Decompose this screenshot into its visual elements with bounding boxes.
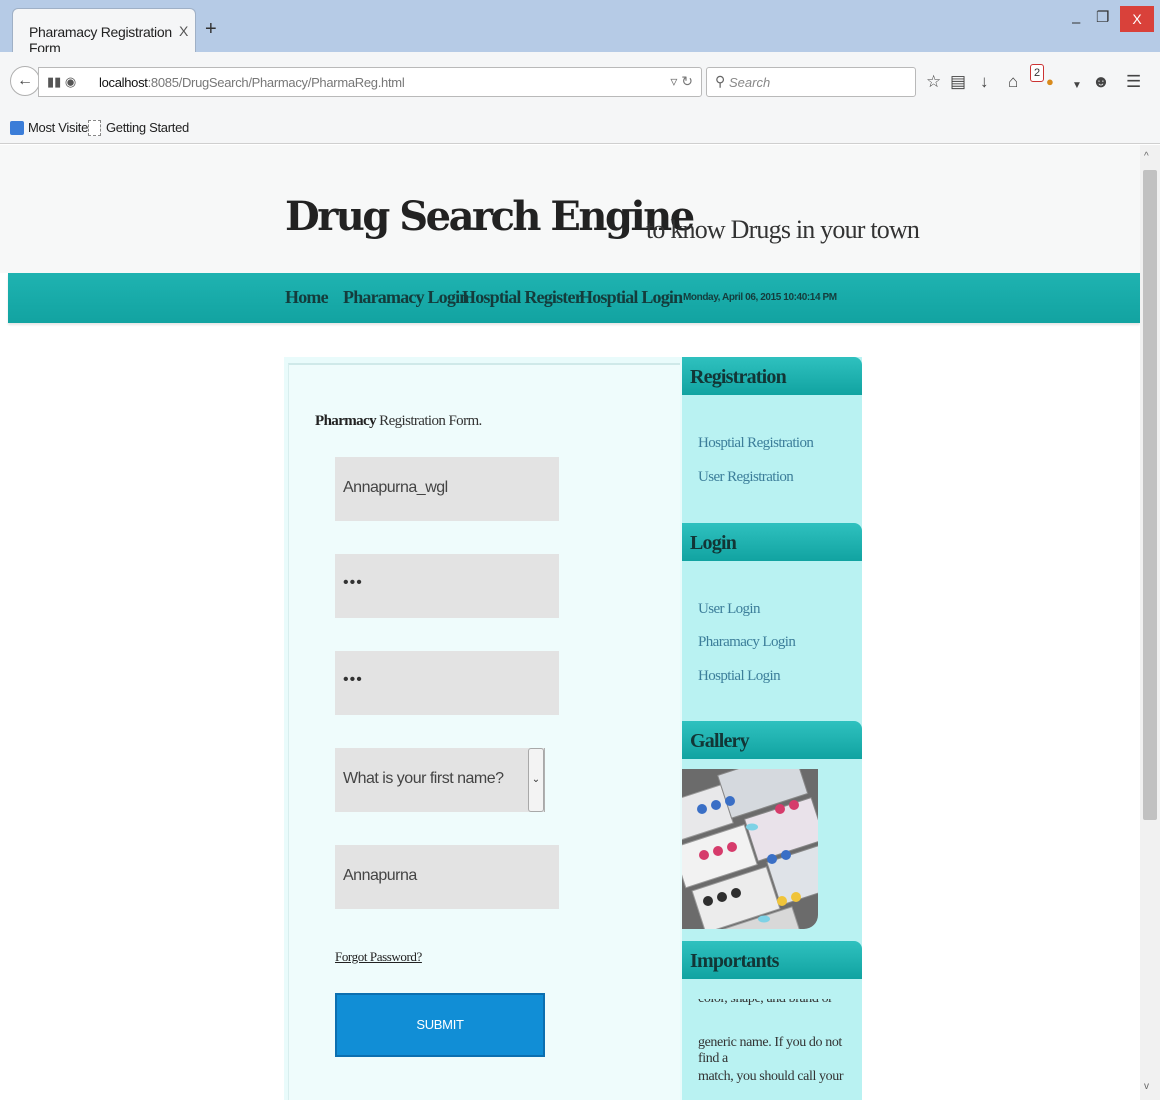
importants-line-3: match, you should call your — [698, 1069, 844, 1084]
site-header: Drug Search Engine to know Drugs in your… — [0, 145, 1140, 273]
download-icon[interactable]: ↓ — [980, 72, 989, 92]
sidebar-heading-registration: Registration — [682, 357, 862, 395]
confirm-password-value: ••• — [343, 671, 363, 688]
url-host: localhost — [99, 75, 148, 90]
link-hospital-login[interactable]: Hosptial Login — [698, 668, 781, 685]
menu-hospital-register[interactable]: Hosptial Register — [462, 287, 583, 308]
addon-icon[interactable]: ● — [1046, 72, 1054, 92]
answer-value: Annapurna — [343, 867, 417, 884]
sidebar-heading-importants: Importants — [682, 941, 862, 979]
new-tab-button[interactable]: + — [205, 19, 217, 39]
page-icon — [88, 120, 101, 136]
registration-heading: Registration — [690, 366, 787, 388]
dropdown-arrow-icon[interactable]: ▼ — [1072, 76, 1082, 96]
scroll-down-icon[interactable]: v — [1144, 1081, 1149, 1092]
link-hospital-registration[interactable]: Hosptial Registration — [698, 435, 814, 452]
back-icon[interactable]: ← — [10, 66, 40, 96]
chat-icon[interactable]: ☻ — [1092, 72, 1110, 92]
search-bar[interactable]: ⚲ Search — [706, 67, 916, 97]
scroll-thumb[interactable] — [1143, 170, 1157, 820]
gallery-image[interactable] — [682, 769, 818, 929]
reload-icon[interactable]: ▿ ↻ — [670, 73, 693, 90]
chevron-down-icon[interactable]: ⌄ — [528, 748, 544, 812]
confirm-password-field[interactable]: ••• — [335, 651, 559, 715]
menu-hospital-login[interactable]: Hosptial Login — [579, 287, 683, 308]
most-visited-icon — [10, 121, 24, 135]
importants-line-1: color, shape, and brand or — [698, 991, 833, 1006]
browser-tab-bar: Pharamacy Registration Form X + – ❐ X — [0, 0, 1160, 56]
scroll-up-icon[interactable]: ^ — [1144, 151, 1149, 162]
site-identity-icon[interactable]: ▮▮ ◉ — [47, 74, 76, 90]
username-field[interactable]: Annapurna_wgl — [335, 457, 559, 521]
submit-button[interactable]: SUBMIT — [335, 993, 545, 1057]
bookmarks-toolbar: Most Visited Getting Started — [0, 112, 1160, 144]
bookmark-star-icon[interactable]: ☆ — [926, 72, 941, 92]
forgot-password-link[interactable]: Forgot Password? — [335, 949, 422, 965]
reading-list-icon[interactable]: ▤ — [950, 72, 966, 92]
page-scrollbar[interactable]: ^ v — [1140, 145, 1160, 1100]
minimize-icon[interactable]: – — [1072, 14, 1080, 31]
importants-heading: Importants — [690, 950, 779, 972]
notification-badge: 2 — [1030, 64, 1044, 82]
link-user-login[interactable]: User Login — [698, 601, 761, 618]
url-text: localhost:8085/DrugSearch/Pharmacy/Pharm… — [99, 75, 405, 90]
browser-tab[interactable]: Pharamacy Registration Form X — [12, 8, 196, 56]
search-icon: ⚲ — [715, 73, 726, 89]
tab-close-icon[interactable]: X — [179, 23, 188, 39]
gallery-heading: Gallery — [690, 730, 750, 752]
page-viewport: Drug Search Engine to know Drugs in your… — [0, 145, 1140, 1100]
sidebar-heading-gallery: Gallery — [682, 721, 862, 759]
registration-form: Pharmacy Registration Form. Annapurna_wg… — [288, 363, 680, 1100]
bookmark-getting-started[interactable]: Getting Started — [106, 120, 189, 135]
menu-pharmacy-login[interactable]: Pharamacy Login — [343, 287, 469, 308]
sidebar-heading-login: Login — [682, 523, 862, 561]
sidebar: Registration Hosptial Registration User … — [682, 357, 862, 1100]
security-question-select[interactable]: What is your first name? ⌄ — [335, 748, 545, 812]
restore-icon[interactable]: ❐ — [1096, 8, 1109, 26]
home-icon[interactable]: ⌂ — [1008, 72, 1018, 92]
link-pharmacy-login[interactable]: Pharamacy Login — [698, 634, 796, 651]
form-title-bold: Pharmacy — [315, 413, 377, 429]
password-value: ••• — [343, 574, 363, 591]
bookmark-most-visited[interactable]: Most Visited — [28, 120, 95, 135]
answer-field[interactable]: Annapurna — [335, 845, 559, 909]
current-date: Monday, April 06, 2015 10:40:14 PM — [683, 292, 837, 303]
importants-line-2: generic name. If you do not find a — [698, 1035, 842, 1066]
url-path: :8085/DrugSearch/Pharmacy/PharmaReg.html — [147, 75, 405, 90]
security-question-value: What is your first name? — [343, 770, 504, 787]
content-area: Pharmacy Registration Form. Annapurna_wg… — [284, 357, 862, 1100]
close-window-button[interactable]: X — [1120, 6, 1154, 32]
form-title: Pharmacy Registration Form. — [315, 413, 482, 430]
site-title: Drug Search Engine — [285, 193, 695, 240]
menu-icon[interactable]: ☰ — [1126, 72, 1141, 92]
main-menu: Home Pharamacy Login Hosptial Register H… — [8, 273, 1140, 323]
url-bar[interactable]: ▮▮ ◉ localhost:8085/DrugSearch/Pharmacy/… — [38, 67, 702, 97]
search-placeholder: Search — [729, 75, 771, 90]
username-value: Annapurna_wgl — [343, 479, 448, 496]
link-user-registration[interactable]: User Registration — [698, 469, 794, 486]
login-heading: Login — [690, 532, 737, 554]
menu-home[interactable]: Home — [285, 287, 329, 308]
password-field[interactable]: ••• — [335, 554, 559, 618]
form-title-rest: Registration Form. — [376, 413, 482, 429]
browser-nav-bar: ← ▮▮ ◉ localhost:8085/DrugSearch/Pharmac… — [0, 52, 1160, 112]
site-tagline: to know Drugs in your town — [646, 215, 920, 244]
